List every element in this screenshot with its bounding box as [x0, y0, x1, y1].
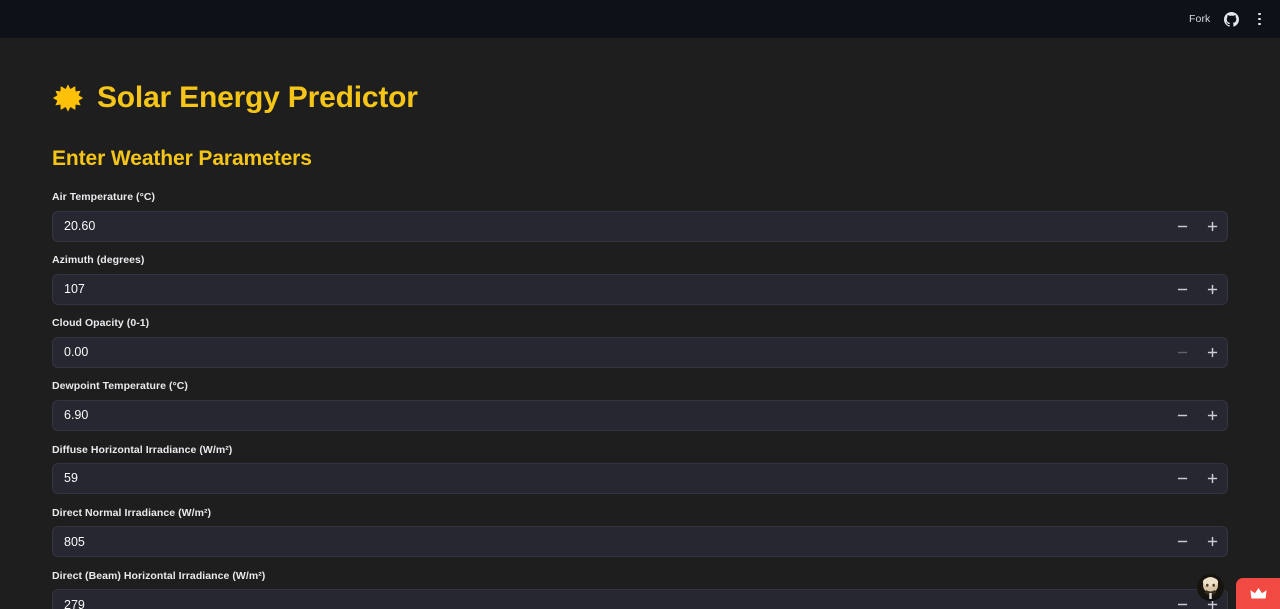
- field-diffuse-horizontal-irradiance: Diffuse Horizontal Irradiance (W/m²) 59: [52, 444, 1228, 495]
- top-bar: Fork: [0, 0, 1280, 38]
- increment-button[interactable]: [1197, 464, 1227, 493]
- stepper-group: [1167, 401, 1227, 430]
- number-input-value[interactable]: 59: [53, 472, 1167, 485]
- stepper-group: [1167, 275, 1227, 304]
- field-direct-normal-irradiance: Direct Normal Irradiance (W/m²) 805: [52, 507, 1228, 558]
- field-cloud-opacity: Cloud Opacity (0-1) 0.00: [52, 317, 1228, 368]
- number-input-value[interactable]: 6.90: [53, 409, 1167, 422]
- stepper-group: [1167, 464, 1227, 493]
- field-direct-beam-horizontal-irradiance: Direct (Beam) Horizontal Irradiance (W/m…: [52, 570, 1228, 609]
- decrement-button[interactable]: [1167, 401, 1197, 430]
- kebab-dot: [1258, 22, 1261, 26]
- kebab-menu-icon[interactable]: [1253, 10, 1266, 28]
- decrement-button[interactable]: [1167, 338, 1197, 367]
- field-label: Dewpoint Temperature (°C): [52, 380, 188, 393]
- increment-button[interactable]: [1197, 338, 1227, 367]
- decrement-button[interactable]: [1167, 212, 1197, 241]
- number-input-direct-beam-horizontal-irradiance[interactable]: 279: [52, 589, 1228, 609]
- number-input-cloud-opacity[interactable]: 0.00: [52, 336, 1228, 368]
- increment-button[interactable]: [1197, 527, 1227, 556]
- page-title: Solar Energy Predictor: [97, 81, 418, 114]
- increment-button[interactable]: [1197, 275, 1227, 304]
- number-input-value[interactable]: 107: [53, 283, 1167, 296]
- decrement-button[interactable]: [1167, 464, 1197, 493]
- number-input-value[interactable]: 0.00: [53, 346, 1167, 359]
- field-label: Cloud Opacity (0-1): [52, 317, 150, 330]
- field-dewpoint-temperature: Dewpoint Temperature (°C) 6.90: [52, 380, 1228, 432]
- decrement-button[interactable]: [1167, 527, 1197, 556]
- fork-link[interactable]: Fork: [1189, 13, 1210, 25]
- number-input-value[interactable]: 20.60: [53, 220, 1167, 233]
- page-content: Solar Energy Predictor Enter Weather Par…: [0, 82, 1280, 609]
- number-input-value[interactable]: 805: [53, 536, 1167, 549]
- crown-button[interactable]: [1236, 578, 1280, 609]
- kebab-dot: [1258, 17, 1261, 21]
- field-label: Direct Normal Irradiance (W/m²): [52, 506, 212, 519]
- field-air-temperature: Air Temperature (°C) 20.60: [52, 191, 1228, 242]
- number-input-value[interactable]: 279: [53, 599, 1167, 609]
- number-input-azimuth[interactable]: 107: [52, 273, 1228, 305]
- field-label: Diffuse Horizontal Irradiance (W/m²): [52, 443, 233, 456]
- increment-button[interactable]: [1197, 401, 1227, 430]
- user-avatar[interactable]: [1197, 574, 1224, 601]
- kebab-dot: [1258, 12, 1261, 16]
- github-icon[interactable]: [1224, 11, 1240, 27]
- field-label: Direct (Beam) Horizontal Irradiance (W/m…: [52, 569, 266, 582]
- field-label: Azimuth (degrees): [52, 254, 145, 267]
- field-label: Air Temperature (°C): [52, 191, 156, 203]
- crown-icon: [1249, 587, 1267, 599]
- increment-button[interactable]: [1197, 212, 1227, 241]
- weather-parameters-form: Air Temperature (°C) 20.60 Azimuth (degr…: [52, 191, 1228, 609]
- number-input-air-temperature[interactable]: 20.60: [52, 210, 1228, 242]
- number-input-dewpoint-temperature[interactable]: 6.90: [52, 400, 1228, 432]
- section-title: Enter Weather Parameters: [52, 147, 312, 170]
- stepper-group: [1167, 527, 1227, 556]
- app-title: Solar Energy Predictor: [52, 82, 1228, 114]
- stepper-group: [1167, 338, 1227, 367]
- sun-icon: [52, 82, 84, 114]
- number-input-direct-normal-irradiance[interactable]: 805: [52, 526, 1228, 558]
- decrement-button[interactable]: [1167, 275, 1197, 304]
- stepper-group: [1167, 212, 1227, 241]
- decrement-button[interactable]: [1167, 590, 1197, 609]
- number-input-diffuse-horizontal-irradiance[interactable]: 59: [52, 463, 1228, 495]
- field-azimuth: Azimuth (degrees) 107: [52, 254, 1228, 305]
